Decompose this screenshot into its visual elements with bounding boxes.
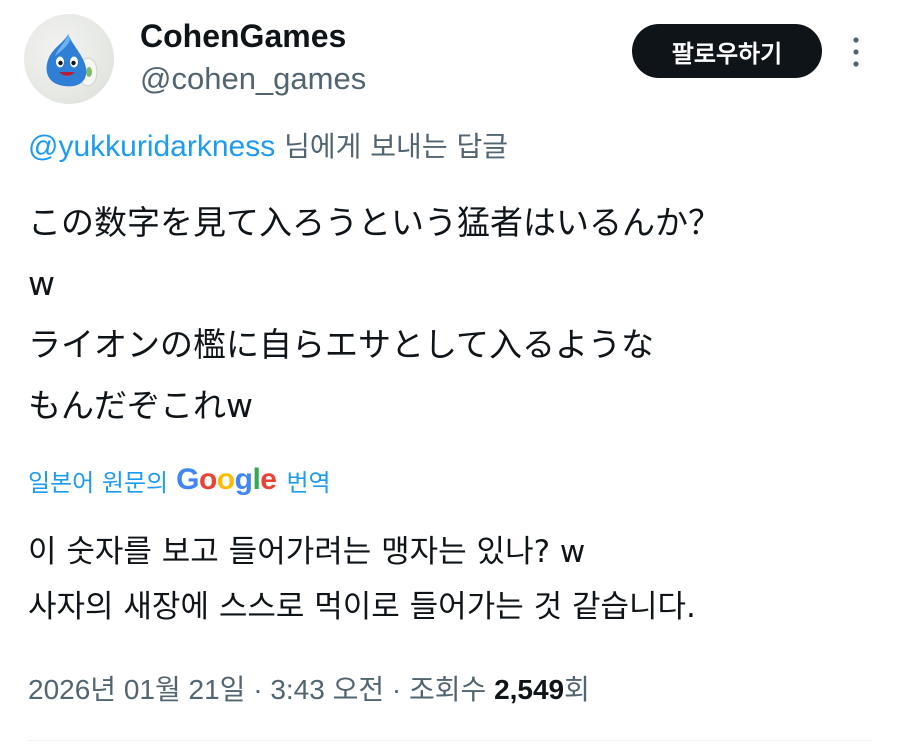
translation-suffix: 번역 — [286, 468, 331, 497]
views-count: 2,549 — [494, 674, 565, 705]
more-vertical-icon[interactable] — [842, 30, 870, 74]
meta-separator: · — [384, 674, 409, 705]
translation-attribution[interactable]: 일본어 원문의 Google 번역 — [28, 460, 331, 500]
translated-text: 이 숫자를 보고 들어가려는 맹자는 있나? w 사자의 새장에 스스로 먹이로… — [28, 525, 878, 635]
author-names: CohenGames @cohen_games — [140, 14, 366, 100]
reply-mention-link[interactable]: @yukkuridarkness — [28, 130, 275, 163]
handle[interactable]: @cohen_games — [140, 58, 366, 100]
tweet-line: ライオンの檻に自らエサとして入るような — [28, 325, 655, 364]
tweet-time[interactable]: 3:43 오전 — [270, 674, 384, 705]
blue-slime-avatar-icon — [46, 34, 98, 87]
tweet-date[interactable]: 2026년 01월 21일 — [28, 674, 245, 705]
meta-separator: · — [245, 674, 271, 705]
tweet-line: w — [28, 264, 55, 303]
tweet-line: もんだぞこれw — [28, 386, 253, 425]
follow-button[interactable]: 팔로우하기 — [632, 24, 822, 78]
avatar[interactable] — [24, 14, 114, 104]
google-logo: Google — [176, 463, 277, 496]
translated-line: 이 숫자를 보고 들어가려는 맹자는 있나? w — [28, 534, 586, 570]
tweet-header: CohenGames @cohen_games 팔로우하기 — [0, 0, 900, 110]
translation-prefix: 일본어 원문의 — [28, 468, 169, 497]
tweet-line: この数字を見て入ろうという猛者はいるんか？ — [28, 203, 721, 242]
tweet-meta: 2026년 01월 21일 · 3:43 오전 · 조회수 2,549회 — [28, 668, 590, 712]
tweet-text: この数字を見て入ろうという猛者はいるんか？ w ライオンの檻に自らエサとして入る… — [28, 192, 878, 436]
views-label: 조회수 — [409, 674, 495, 705]
translated-line: 사자의 새장에 스스로 먹이로 들어가는 것 같습니다. — [28, 589, 696, 625]
views-suffix: 회 — [564, 674, 590, 705]
reply-context: @yukkuridarkness 님에게 보내는 답글 — [28, 128, 508, 166]
display-name[interactable]: CohenGames — [140, 14, 366, 58]
divider — [28, 740, 872, 741]
reply-suffix: 님에게 보내는 답글 — [275, 130, 509, 163]
